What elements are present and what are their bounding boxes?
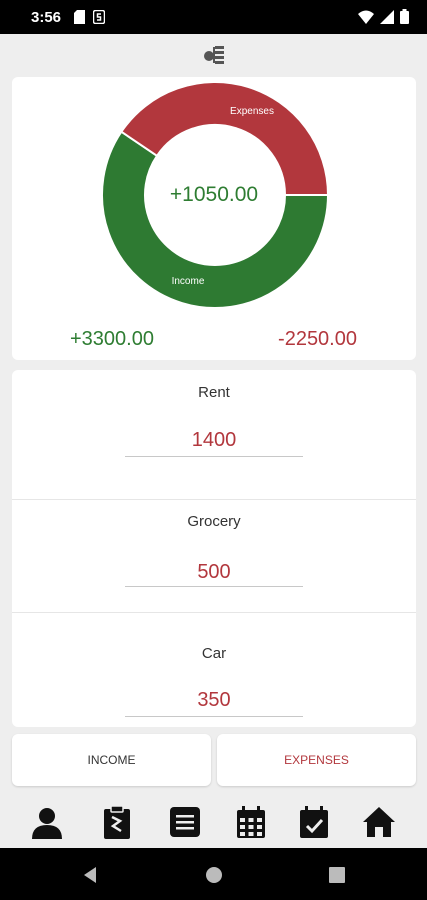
system-status-icons xyxy=(358,9,409,24)
expenses-total: -2250.00 xyxy=(278,328,357,350)
list-icon[interactable] xyxy=(168,805,202,839)
list-item[interactable]: Car 350 xyxy=(12,613,416,727)
bottom-navigation xyxy=(0,796,427,848)
status-time: 3:56 xyxy=(31,9,62,26)
balance-value: +1050.00 xyxy=(169,183,259,206)
expense-name: Rent xyxy=(198,384,230,401)
expenses-slice-label: Expenses xyxy=(230,106,274,117)
income-slice-label: Income xyxy=(172,276,205,287)
expense-value: 1400 xyxy=(191,429,237,451)
s-icon xyxy=(93,10,105,24)
wifi-icon xyxy=(358,10,374,24)
notification-icons xyxy=(74,10,105,24)
status-bar: 3:56 xyxy=(0,0,427,34)
expenses-tab-button[interactable]: EXPENSES xyxy=(217,734,416,786)
list-item[interactable]: Grocery 500 xyxy=(12,483,416,613)
profile-icon[interactable] xyxy=(30,805,64,839)
expense-name: Grocery xyxy=(187,513,241,530)
system-navigation-bar xyxy=(0,848,427,900)
sd-card-icon xyxy=(74,10,85,24)
signal-icon xyxy=(380,9,394,24)
expense-list: Rent 1400 Grocery 500 Car 350 xyxy=(12,370,416,727)
income-tab-button[interactable]: INCOME xyxy=(12,734,211,786)
battery-icon xyxy=(400,9,409,24)
divider xyxy=(125,586,303,587)
divider xyxy=(125,716,303,717)
calendar-check-icon[interactable] xyxy=(297,805,331,839)
clipboard-icon[interactable] xyxy=(100,805,134,839)
expense-name: Car xyxy=(201,645,227,662)
expense-value: 500 xyxy=(197,561,231,583)
income-total: +3300.00 xyxy=(70,328,154,350)
home-button-icon[interactable] xyxy=(205,866,223,884)
expense-value: 350 xyxy=(197,689,231,711)
recents-icon[interactable] xyxy=(329,867,345,883)
summary-card: Income Expenses +1050.00 +3300.00 -2250.0… xyxy=(12,77,416,360)
list-item[interactable]: Rent 1400 xyxy=(12,370,416,500)
back-icon[interactable] xyxy=(82,866,98,884)
home-icon[interactable] xyxy=(362,805,396,839)
calendar-icon[interactable] xyxy=(234,805,268,839)
account-tree-icon[interactable] xyxy=(203,44,225,68)
divider xyxy=(125,456,303,457)
